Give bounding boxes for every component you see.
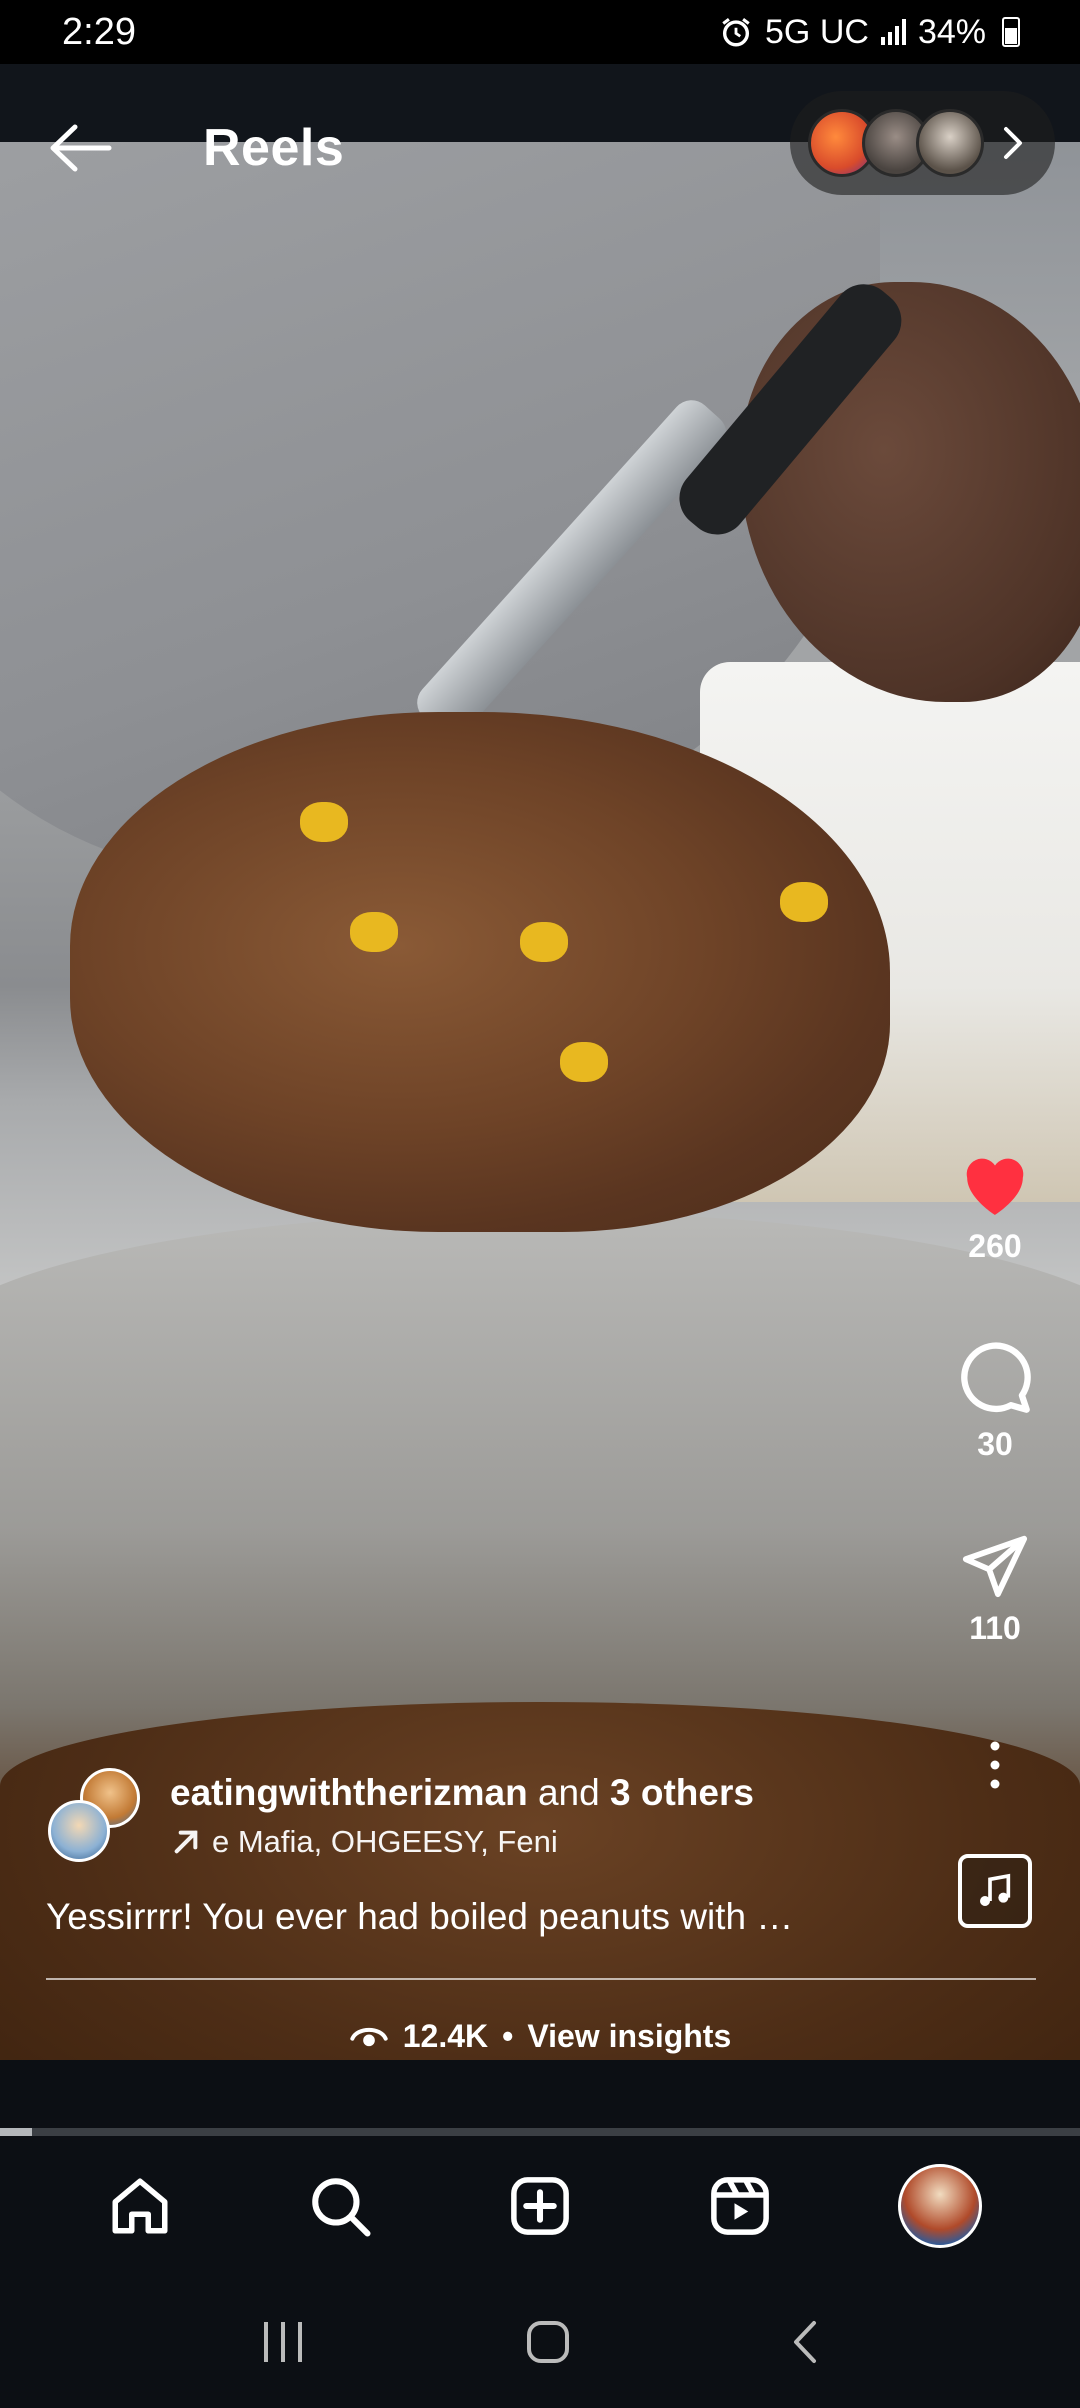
comment-count: 30	[977, 1426, 1013, 1462]
insights-label: View insights	[527, 2018, 732, 2054]
audio-button[interactable]	[958, 1854, 1032, 1928]
nav-profile[interactable]	[890, 2156, 990, 2256]
battery-percent: 34%	[917, 12, 986, 51]
heart-icon	[966, 1158, 1024, 1215]
author-row[interactable]: eatingwiththerizman and 3 others e Mafia…	[46, 1766, 926, 1876]
author-username[interactable]: eatingwiththerizman	[170, 1772, 528, 1813]
reel-caption[interactable]: Yessirrrr! You ever had boiled peanuts w…	[46, 1896, 926, 1938]
friends-reels-button[interactable]	[790, 91, 1055, 195]
alarm-icon	[722, 18, 750, 47]
corn-kernel	[300, 802, 348, 842]
nav-home[interactable]	[90, 2156, 190, 2256]
more-options-button[interactable]	[950, 1740, 1040, 1790]
comment-icon	[961, 1342, 1031, 1413]
status-time: 2:29	[62, 10, 136, 53]
collab-row[interactable]: e Mafia, OHGEESY, Feni	[170, 1824, 558, 1860]
status-bar: 2:29 5G UC 34%	[0, 0, 1080, 64]
collab-text: e Mafia, OHGEESY, Feni	[212, 1824, 558, 1859]
author-and: and	[537, 1772, 600, 1813]
home-system-icon[interactable]	[525, 2319, 571, 2365]
back-button[interactable]	[40, 108, 120, 188]
comment-button[interactable]: 30	[950, 1340, 1040, 1463]
corn-kernel	[350, 912, 398, 952]
corn-kernel	[560, 1042, 608, 1082]
boiled-peanuts	[70, 712, 890, 1232]
eye-icon	[350, 2027, 388, 2046]
video-progress-bar[interactable]	[0, 2128, 1080, 2136]
battery-icon	[1002, 17, 1020, 47]
view-insights-button[interactable]: 12.4K • View insights	[0, 2018, 1080, 2055]
back-system-icon[interactable]	[790, 2319, 820, 2365]
profile-avatar	[898, 2164, 982, 2248]
plus-square-icon	[511, 2177, 569, 2235]
author-others[interactable]: 3 others	[610, 1772, 754, 1813]
video-progress-fill	[0, 2128, 33, 2136]
share-count: 110	[969, 1610, 1021, 1646]
more-vertical-icon	[990, 1741, 1000, 1789]
music-note-icon	[980, 1873, 1011, 1906]
corn-kernel	[780, 882, 828, 922]
search-icon	[312, 2178, 371, 2237]
system-nav	[0, 2276, 1080, 2408]
author-name[interactable]: eatingwiththerizman and 3 others	[170, 1772, 754, 1814]
divider	[46, 1978, 1036, 1980]
arrow-left-icon	[50, 124, 112, 172]
like-button[interactable]: 260	[950, 1150, 1040, 1265]
chevron-right-icon	[1004, 127, 1022, 159]
recents-icon[interactable]	[260, 2320, 306, 2364]
arrow-up-right-icon	[174, 1830, 198, 1854]
nav-search[interactable]	[290, 2156, 390, 2256]
view-count: 12.4K	[402, 2018, 489, 2054]
nav-create[interactable]	[490, 2156, 590, 2256]
avatar	[48, 1800, 110, 1862]
nav-reels[interactable]	[690, 2156, 790, 2256]
signal-icon	[880, 19, 906, 45]
like-count: 260	[968, 1228, 1022, 1264]
reels-header: Reels	[0, 88, 1080, 208]
send-icon	[962, 1535, 1028, 1598]
author-avatars[interactable]	[46, 1766, 146, 1866]
insights-separator: •	[502, 2018, 514, 2054]
page-title: Reels	[203, 119, 345, 177]
share-button[interactable]: 110	[950, 1530, 1040, 1647]
broth	[0, 1702, 1080, 2060]
home-icon	[112, 2178, 168, 2234]
avatar	[916, 109, 984, 177]
corn-kernel	[520, 922, 568, 962]
network-label: 5G UC	[765, 12, 869, 51]
reels-icon	[711, 2177, 769, 2235]
bottom-nav	[0, 2136, 1080, 2276]
